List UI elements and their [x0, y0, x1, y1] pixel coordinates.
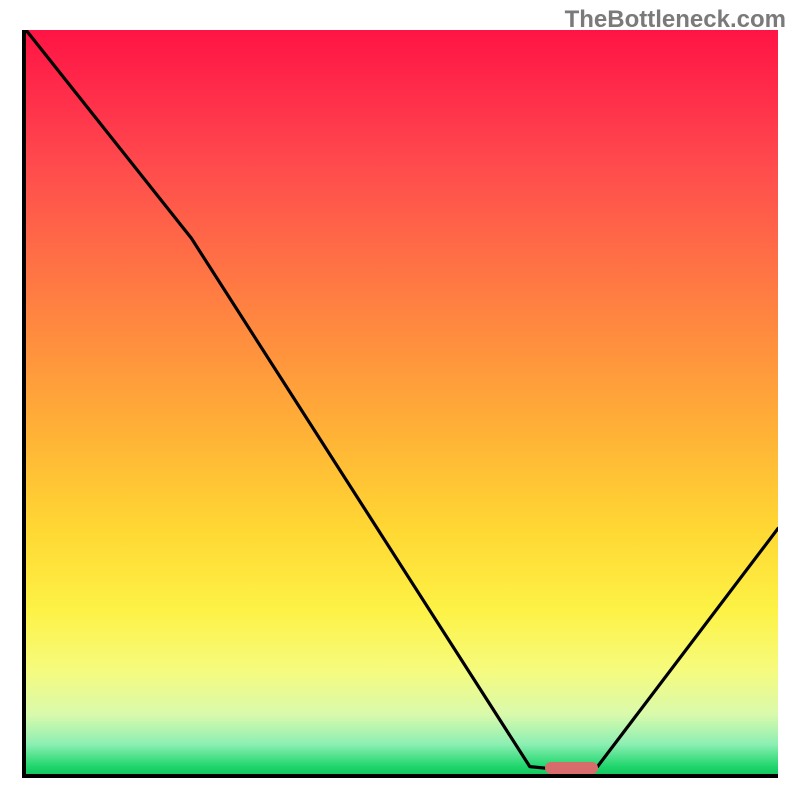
optimal-range-marker: [545, 762, 598, 774]
chart-frame: TheBottleneck.com: [0, 0, 800, 800]
plot-area: [22, 30, 778, 778]
bottleneck-curve: [26, 30, 778, 774]
